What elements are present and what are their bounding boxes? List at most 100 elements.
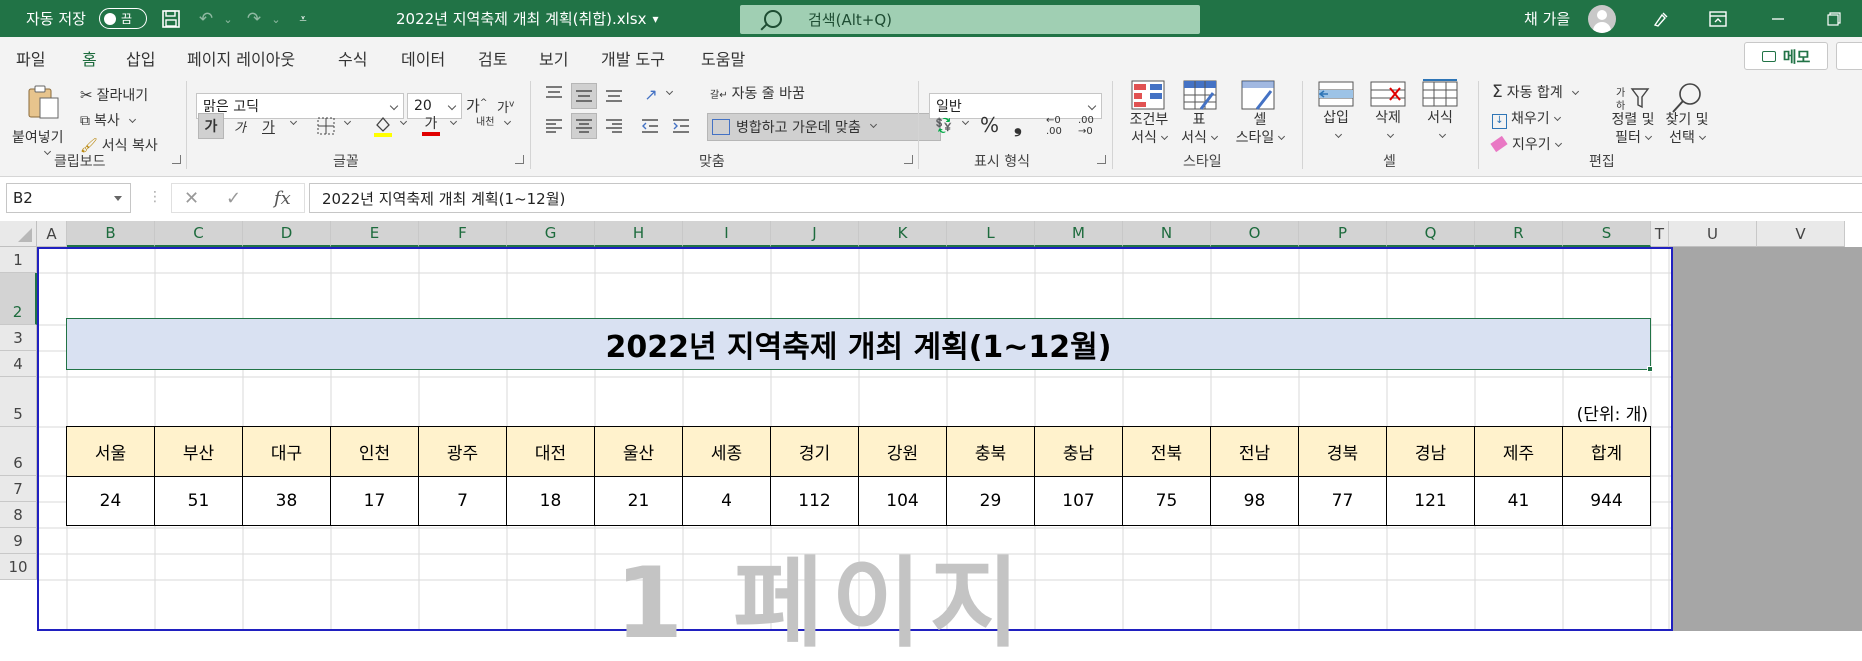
autosum-button[interactable]: Σ 자동 합계 [1492,82,1579,102]
header-cell[interactable]: 대구 [242,426,331,477]
tab-help[interactable]: 도움말 [701,46,745,70]
conditional-format-button[interactable]: 조건부 서식 [1124,111,1174,147]
orientation-dropdown[interactable] [662,85,674,101]
comma-style-icon[interactable]: ❟ [1014,113,1022,137]
decrease-indent-icon[interactable] [640,116,660,136]
insert-cells-button[interactable]: 삽입 [1316,109,1356,145]
insert-cells-icon[interactable] [1318,79,1354,113]
delete-cells-button[interactable]: 삭제 [1368,109,1408,145]
format-cells-button[interactable]: 서식 [1420,109,1460,145]
column-header-r[interactable]: R [1475,221,1563,247]
restore-icon[interactable] [1824,9,1844,29]
column-header-k[interactable]: K [859,221,947,247]
enter-icon[interactable]: ✓ [226,188,241,209]
clear-button[interactable]: 지우기 [1490,134,1562,154]
column-header-e[interactable]: E [331,221,419,247]
column-header-l[interactable]: L [947,221,1035,247]
border-dropdown[interactable] [340,115,352,131]
column-header-g[interactable]: G [507,221,595,247]
fill-handle[interactable] [1647,366,1653,372]
align-center-icon[interactable] [571,113,597,139]
row-header-1[interactable]: 1 [0,247,37,273]
value-cell[interactable]: 38 [242,476,331,526]
column-header-h[interactable]: H [595,221,683,247]
increase-decimal-icon[interactable]: ←0.00 [1046,115,1062,137]
value-cell[interactable]: 107 [1034,476,1123,526]
column-header-u[interactable]: U [1669,221,1757,247]
paste-button[interactable]: 붙여넣기 [12,127,64,147]
designer-icon[interactable] [1651,9,1671,29]
row-header-9[interactable]: 9 [0,528,37,554]
paste-icon[interactable] [26,84,60,119]
italic-button[interactable]: 가 [234,117,246,136]
increase-font-icon[interactable]: 가^ [466,95,487,116]
orientation-icon[interactable]: ↗ [640,83,662,105]
column-header-v[interactable]: V [1757,221,1845,247]
minimize-icon[interactable] [1768,9,1788,29]
border-icon[interactable] [316,117,336,135]
memo-button[interactable]: 메모 [1744,42,1828,70]
header-cell[interactable]: 인천 [330,426,419,477]
header-cell[interactable]: 대전 [506,426,595,477]
column-header-a[interactable]: A [37,221,67,247]
clipboard-launcher-icon[interactable] [172,155,181,164]
underline-button[interactable]: 가 [262,117,275,137]
undo-dropdown-icon[interactable]: ⌄ [218,9,238,29]
tab-formulas[interactable]: 수식 [338,46,367,70]
column-header-f[interactable]: F [419,221,507,247]
header-cell[interactable]: 전북 [1122,426,1211,477]
font-launcher-icon[interactable] [515,155,524,164]
align-middle-icon[interactable] [571,83,597,109]
increase-indent-icon[interactable] [671,116,691,136]
column-header-i[interactable]: I [683,221,771,247]
alignment-launcher-icon[interactable] [904,155,913,164]
name-box[interactable]: B2 [6,183,131,213]
paste-dropdown[interactable] [40,145,52,161]
row-header-6[interactable]: 6 [0,427,37,476]
row-header-3[interactable]: 3 [0,325,37,351]
font-color-icon[interactable]: 가 [420,115,442,137]
accounting-icon[interactable]: 💱 [933,116,955,136]
value-cell[interactable]: 944 [1562,476,1651,526]
tab-insert[interactable]: 삽입 [126,46,155,70]
value-cell[interactable]: 4 [682,476,771,526]
font-color-dropdown[interactable] [446,115,458,131]
value-cell[interactable]: 41 [1474,476,1563,526]
tab-home[interactable]: 홈 [82,46,97,78]
decrease-decimal-icon[interactable]: .00 →0 [1078,115,1094,137]
tab-file[interactable]: 파일 [16,46,45,70]
redo-dropdown-icon[interactable]: ⌄ [266,9,286,29]
header-cell[interactable]: 부산 [154,426,243,477]
row-header-4[interactable]: 4 [0,351,37,377]
header-cell[interactable]: 광주 [418,426,507,477]
select-all-button[interactable] [0,221,37,247]
phonetic-icon[interactable]: 내천 [476,118,494,128]
formula-input[interactable]: 2022년 지역축제 개최 계획(1~12월) [309,183,1862,213]
tab-view[interactable]: 보기 [539,46,568,70]
value-cell[interactable]: 98 [1210,476,1299,526]
column-header-s[interactable]: S [1563,221,1651,247]
search-input[interactable]: 검색(Alt+Q) [740,5,1200,34]
format-as-table-icon[interactable] [1183,79,1217,113]
insert-function-icon[interactable]: fx [274,188,291,209]
header-cell[interactable]: 울산 [594,426,683,477]
format-as-table-button[interactable]: 표 서식 [1176,111,1222,147]
value-cell[interactable]: 24 [66,476,155,526]
row-header-7[interactable]: 7 [0,476,37,502]
cancel-icon[interactable]: ✕ [184,188,199,209]
value-cell[interactable]: 75 [1122,476,1211,526]
column-header-m[interactable]: M [1035,221,1123,247]
value-cell[interactable]: 121 [1386,476,1475,526]
value-cell[interactable]: 21 [594,476,683,526]
share-button[interactable] [1836,42,1862,70]
merge-center-button[interactable]: 병합하고 가운데 맞춤 [707,113,941,141]
fill-button[interactable]: ↓ 채우기 [1492,108,1561,129]
sort-filter-button[interactable]: 정렬 및 필터 [1605,111,1661,147]
customize-qat-icon[interactable]: ⩡ [293,9,313,29]
value-cell[interactable]: 18 [506,476,595,526]
header-cell[interactable]: 강원 [858,426,947,477]
accounting-dropdown[interactable] [958,115,970,131]
tab-review[interactable]: 검토 [478,46,507,70]
title-cell[interactable]: 2022년 지역축제 개최 계획(1~12월) [66,318,1651,370]
cell-style-icon[interactable] [1241,79,1275,113]
